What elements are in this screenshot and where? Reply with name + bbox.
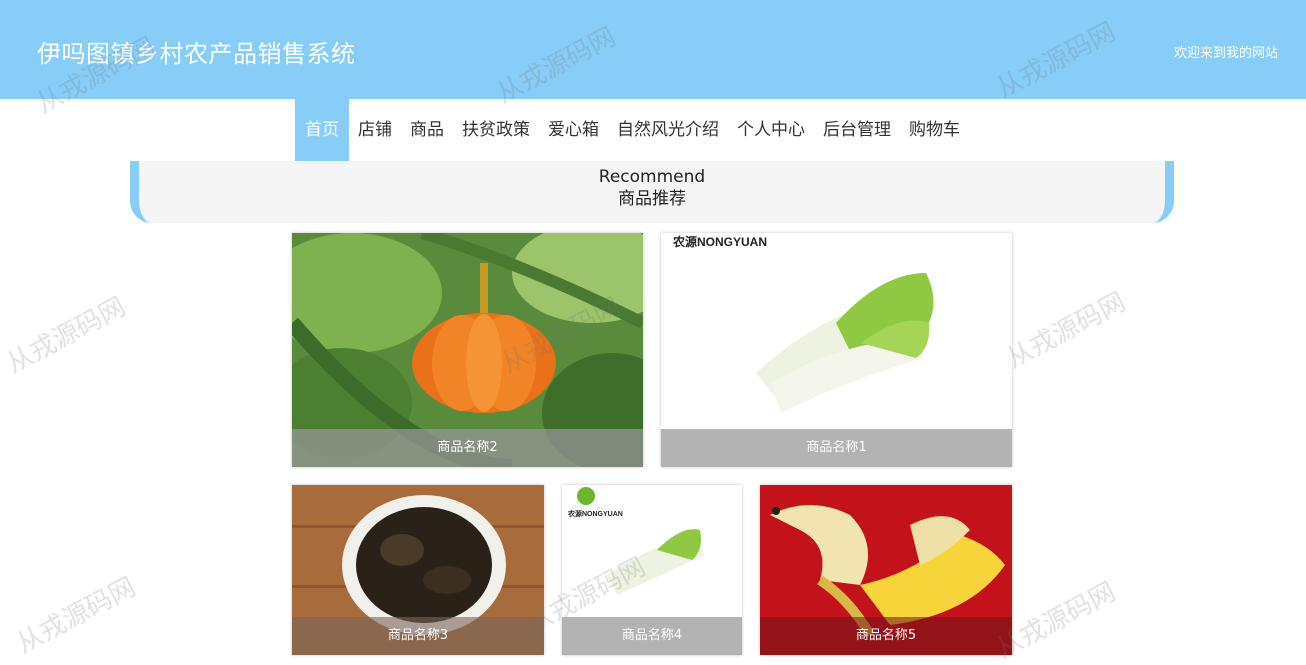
product-brand: 农源NONGYUAN [568,511,623,518]
nav-scenery[interactable]: 自然风光介绍 [608,99,728,161]
nav-poverty-policy[interactable]: 扶贫政策 [453,99,539,161]
welcome-text: 欢迎来到我的网站 [1173,46,1278,61]
nav-shops[interactable]: 店铺 [349,99,401,161]
product-name: 商品名称5 [760,617,1012,655]
product-name: 商品名称4 [562,617,742,655]
site-header: 伊吗图镇乡村农产品销售系统 欢迎来到我的网站 [0,0,1306,99]
nav-love-box[interactable]: 爱心箱 [539,99,608,161]
nav-user-center[interactable]: 个人中心 [728,99,814,161]
product-card[interactable]: 农源NONGYUAN 商品名称4 [562,485,742,655]
site-title: 伊吗图镇乡村农产品销售系统 [37,40,356,68]
product-card[interactable]: 商品名称5 [760,485,1012,655]
nav-cart[interactable]: 购物车 [900,99,969,161]
nav-products[interactable]: 商品 [401,99,453,161]
watermark: 从戎源码网 [11,571,141,660]
recommend-title-cn: 商品推荐 [618,189,686,209]
nav-admin[interactable]: 后台管理 [814,99,900,161]
product-brand: 农源NONGYUAN [673,235,768,249]
product-name: 商品名称2 [292,429,643,467]
product-name: 商品名称3 [292,617,544,655]
main-nav: 首页 店铺 商品 扶贫政策 爱心箱 自然风光介绍 个人中心 后台管理 购物车 [295,99,969,161]
product-card[interactable]: 商品名称2 [292,233,643,467]
product-card[interactable]: 农源NONGYUAN 商品名称1 [661,233,1012,467]
recommend-banner: Recommend 商品推荐 [130,161,1174,223]
product-name: 商品名称1 [661,429,1012,467]
recommend-title-en: Recommend [598,167,706,187]
watermark: 从戎源码网 [1,291,131,380]
watermark: 从戎源码网 [1001,286,1131,375]
product-card[interactable]: 商品名称3 [292,485,544,655]
nav-home[interactable]: 首页 [295,99,349,161]
